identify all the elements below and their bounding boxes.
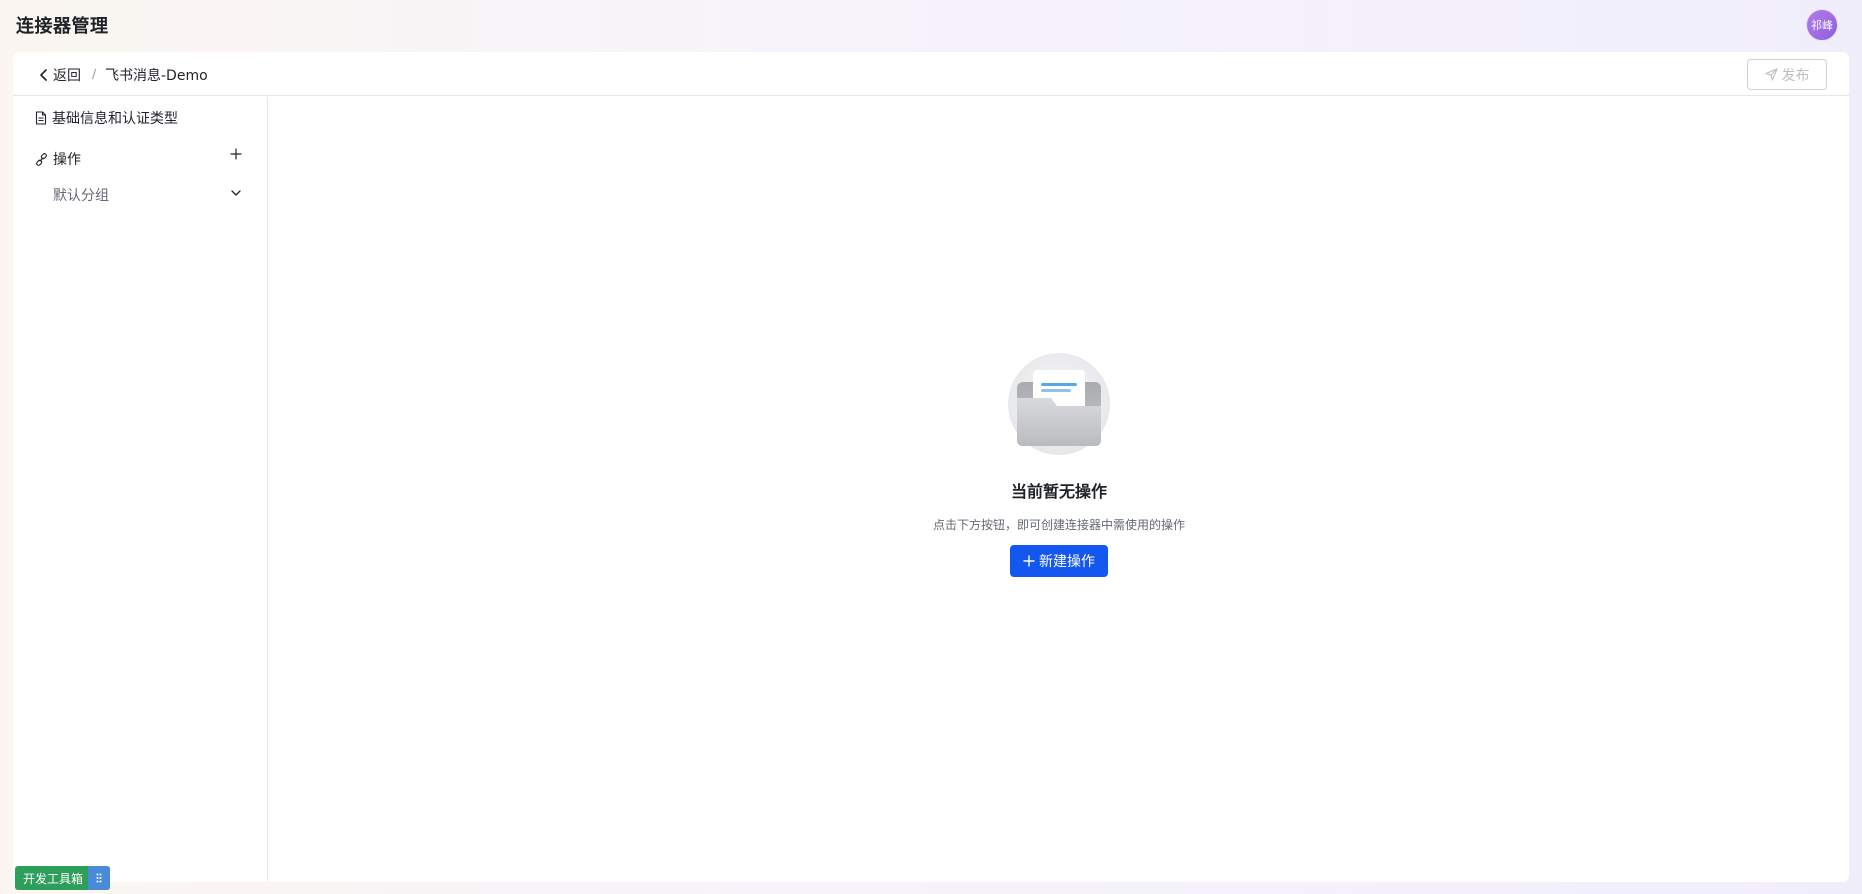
top-bar: 连接器管理 祁峰 [0, 0, 1862, 50]
devtools-button[interactable]: 开发工具箱 [15, 866, 110, 890]
sidebar-item-label: 操作 [53, 152, 81, 168]
sidebar-group-default[interactable]: 默认分组 [53, 181, 258, 209]
chevron-left-icon [40, 69, 47, 81]
devtools-label: 开发工具箱 [23, 871, 84, 886]
page-title: 连接器管理 [16, 16, 109, 37]
sidebar-item-operations[interactable]: 操作 [35, 149, 81, 169]
sidebar-item-basic-info[interactable]: 基础信息和认证类型 [35, 108, 178, 128]
plus-icon [230, 148, 242, 160]
main-panel: 返回 / 飞书消息-Demo 发布 基础信息和认证类型 操作 默认分组 当前暂无… [13, 52, 1849, 882]
chevron-down-icon [231, 190, 241, 196]
back-label: 返回 [53, 68, 81, 84]
add-operation-button[interactable] [230, 145, 242, 164]
sidebar-item-label: 基础信息和认证类型 [52, 111, 178, 127]
empty-folder-illustration [1007, 352, 1111, 456]
avatar[interactable]: 祁峰 [1806, 9, 1838, 41]
send-icon [1764, 68, 1778, 81]
group-label: 默认分组 [53, 188, 109, 204]
back-button[interactable]: 返回 [39, 65, 81, 85]
new-operation-label: 新建操作 [1039, 554, 1095, 570]
breadcrumb-separator: / [92, 67, 97, 81]
publish-label: 发布 [1781, 67, 1810, 84]
sidebar: 基础信息和认证类型 操作 默认分组 [13, 97, 268, 882]
plus-icon [1023, 555, 1035, 567]
empty-state: 当前暂无操作 点击下方按钮，即可创建连接器中需使用的操作 新建操作 [269, 352, 1849, 577]
publish-button[interactable]: 发布 [1747, 59, 1827, 90]
link-icon [36, 152, 47, 166]
breadcrumb-current: 飞书消息-Demo [105, 68, 208, 84]
drag-handle-icon[interactable] [88, 866, 110, 890]
empty-state-description: 点击下方按钮，即可创建连接器中需使用的操作 [932, 518, 1185, 532]
new-operation-button[interactable]: 新建操作 [1010, 545, 1108, 577]
empty-state-title: 当前暂无操作 [1010, 482, 1107, 501]
document-icon [35, 111, 47, 125]
breadcrumb-header: 返回 / 飞书消息-Demo 发布 [13, 52, 1849, 96]
